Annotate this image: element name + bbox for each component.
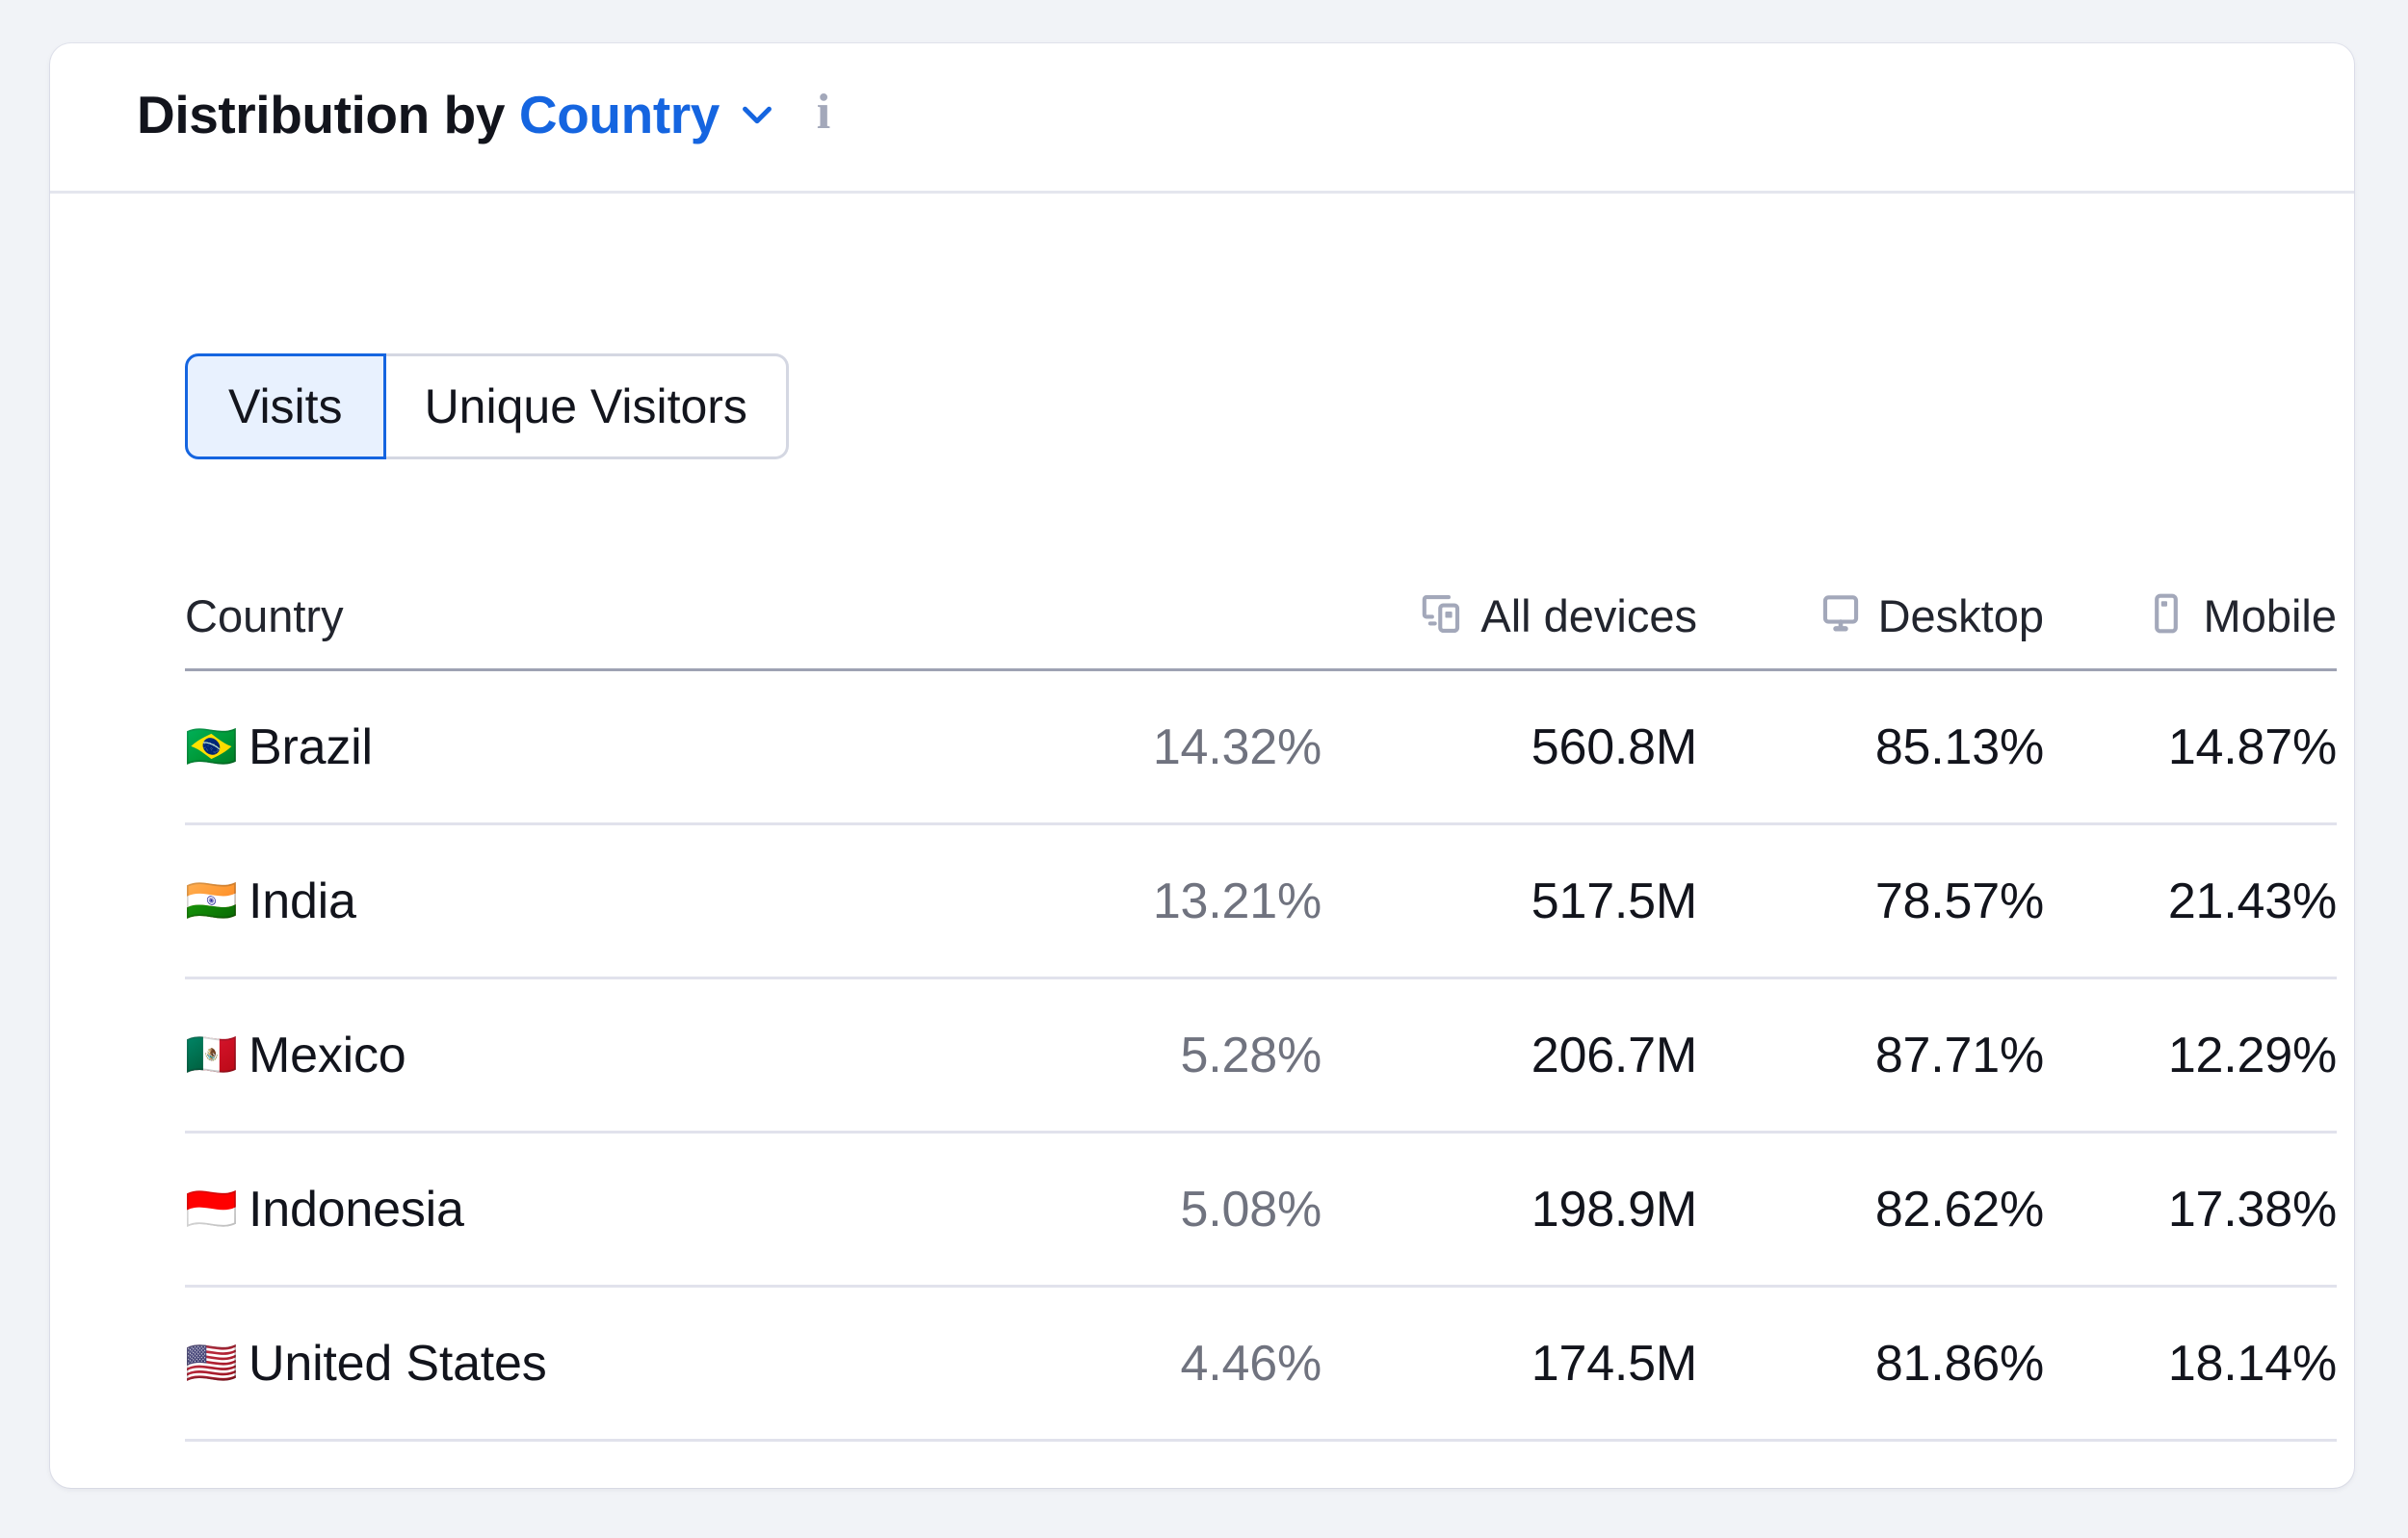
cell-country: 🇺🇸 United States — [185, 1335, 917, 1393]
cell-share: 13.21% — [1152, 873, 1322, 929]
cell-all-devices: 198.9M — [1531, 1181, 1697, 1238]
cell-all-devices: 517.5M — [1531, 873, 1697, 929]
flag-icon: 🇮🇩 — [185, 1184, 238, 1234]
column-header-all-devices[interactable]: All devices — [1322, 588, 1697, 643]
dimension-selector-label[interactable]: Country — [519, 84, 720, 145]
cell-all-devices: 206.7M — [1531, 1027, 1697, 1083]
desktop-icon — [1817, 589, 1865, 642]
table-row[interactable]: 🇲🇽 Mexico 5.28% 206.7M 87.71% 12.29% — [185, 979, 2337, 1134]
tab-visits[interactable]: Visits — [185, 353, 386, 459]
page-root: Distribution by Country i Visits Unique … — [0, 0, 2408, 1538]
mobile-icon — [2142, 589, 2190, 642]
chevron-down-icon[interactable] — [731, 89, 783, 141]
column-header-mobile[interactable]: Mobile — [2044, 589, 2337, 642]
info-icon[interactable]: i — [800, 84, 847, 141]
country-name: Indonesia — [249, 1181, 464, 1238]
cell-all-devices: 560.8M — [1531, 718, 1697, 775]
table-row[interactable]: 🇺🇸 United States 4.46% 174.5M 81.86% 18.… — [185, 1288, 2337, 1442]
info-icon-glyph: i — [816, 84, 831, 140]
column-header-all-devices-label: All devices — [1480, 590, 1697, 641]
tab-unique-visitors[interactable]: Unique Visitors — [385, 353, 789, 459]
column-header-desktop-label: Desktop — [1877, 590, 2044, 641]
cell-desktop: 85.13% — [1874, 718, 2044, 775]
country-name: Brazil — [249, 718, 373, 775]
column-header-country[interactable]: Country — [185, 589, 917, 642]
cell-share: 5.28% — [1180, 1027, 1322, 1083]
flag-icon: 🇺🇸 — [185, 1338, 238, 1388]
cell-country: 🇮🇳 India — [185, 873, 917, 930]
cell-mobile: 21.43% — [2167, 873, 2337, 929]
cell-share: 5.08% — [1180, 1181, 1322, 1238]
cell-mobile: 12.29% — [2167, 1027, 2337, 1083]
cell-all-devices: 174.5M — [1531, 1335, 1697, 1392]
cell-desktop: 81.86% — [1874, 1335, 2044, 1392]
title-static-text: Distribution by — [137, 84, 519, 144]
page-title: Distribution by Country i — [137, 84, 847, 145]
cell-country: 🇮🇩 Indonesia — [185, 1181, 917, 1238]
cell-country: 🇧🇷 Brazil — [185, 718, 917, 776]
column-header-country-label: Country — [185, 590, 344, 641]
country-name: United States — [249, 1335, 547, 1392]
table-row[interactable]: 🇮🇳 India 13.21% 517.5M 78.57% 21.43% — [185, 825, 2337, 979]
table-row[interactable]: 🇮🇩 Indonesia 5.08% 198.9M 82.62% 17.38% — [185, 1134, 2337, 1288]
flag-icon: 🇲🇽 — [185, 1030, 238, 1080]
metric-toggle-group[interactable]: Visits Unique Visitors — [185, 353, 789, 459]
country-name: Mexico — [249, 1027, 406, 1083]
column-header-mobile-label: Mobile — [2203, 590, 2337, 641]
card-header: Distribution by Country i — [50, 43, 2354, 194]
cell-desktop: 82.62% — [1874, 1181, 2044, 1238]
cell-country: 🇲🇽 Mexico — [185, 1027, 917, 1084]
flag-icon: 🇧🇷 — [185, 721, 238, 771]
cell-desktop: 87.71% — [1874, 1027, 2044, 1083]
table-header-row: Country All devices Desktop Mobile — [185, 563, 2337, 671]
distribution-table: Country All devices Desktop Mobile 🇧🇷 Br… — [185, 563, 2337, 1442]
cell-share: 4.46% — [1180, 1335, 1322, 1392]
all-devices-icon — [1417, 588, 1467, 643]
distribution-card: Distribution by Country i Visits Unique … — [50, 43, 2354, 1488]
cell-desktop: 78.57% — [1874, 873, 2044, 929]
column-header-desktop[interactable]: Desktop — [1697, 589, 2044, 642]
cell-mobile: 14.87% — [2167, 718, 2337, 775]
cell-mobile: 17.38% — [2167, 1181, 2337, 1238]
country-name: India — [249, 873, 356, 929]
flag-icon: 🇮🇳 — [185, 875, 238, 925]
table-row[interactable]: 🇧🇷 Brazil 14.32% 560.8M 85.13% 14.87% — [185, 671, 2337, 825]
cell-share: 14.32% — [1152, 718, 1322, 775]
cell-mobile: 18.14% — [2167, 1335, 2337, 1392]
